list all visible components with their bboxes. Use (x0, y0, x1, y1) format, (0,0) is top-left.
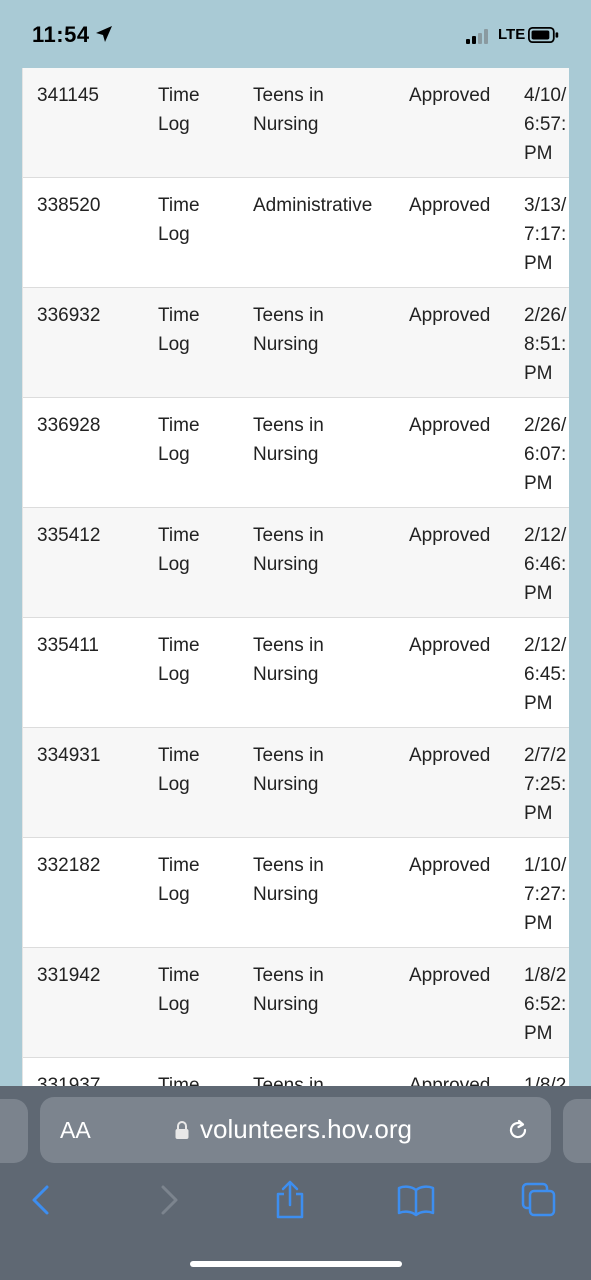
status-bar: 11:54 LTE (0, 0, 591, 70)
record-type-cell: Time Log (158, 635, 200, 685)
bookmarks-icon (397, 1185, 435, 1217)
volunteer-id-cell: 335411 (37, 635, 99, 656)
date-cell: 2/26/ 8:51: PM (524, 305, 567, 384)
record-type-cell: Time Log (158, 525, 200, 575)
status-cell: Approved (409, 195, 491, 216)
share-button[interactable] (266, 1176, 314, 1224)
volunteer-id-cell: 338520 (37, 195, 101, 216)
record-type-cell: Time Log (158, 85, 200, 135)
record-type-cell: Time Log (158, 745, 200, 795)
text-size-label: AA (60, 1117, 91, 1143)
program-cell: Administrative (253, 195, 373, 216)
program-cell: Teens in Nursing (253, 85, 324, 135)
network-label: LTE (498, 26, 526, 43)
home-indicator (190, 1261, 402, 1267)
status-cell: Approved (409, 525, 491, 546)
table-row[interactable]: 335412 Time Log Teens in Nursing Approved 2/… (23, 508, 569, 618)
table-row[interactable]: 341145 Time Log Teens in Nursing Approved 4/… (23, 68, 569, 178)
program-cell: Teens in Nursing (253, 635, 324, 685)
table-row[interactable]: 331942 Time Log Teens in Nursing Approved 1/… (23, 948, 569, 1058)
reload-icon[interactable] (505, 1117, 531, 1143)
previous-tab-preview[interactable] (0, 1099, 28, 1163)
program-cell: Teens in Nursing (253, 855, 324, 905)
time-log-table: 341145 Time Log Teens in Nursing Approved 4/… (22, 68, 569, 1088)
program-cell: Teens in Nursing (253, 965, 324, 1015)
table-row[interactable]: 336932 Time Log Teens in Nursing Approved 2/… (23, 288, 569, 398)
date-cell: 1/8/2 6:52: PM (524, 965, 567, 1044)
program-cell: Teens in Nursing (253, 525, 324, 575)
url-text: volunteers.hov.org (200, 1114, 412, 1144)
status-cell: Approved (409, 85, 491, 106)
back-icon (32, 1185, 49, 1215)
date-cell: 4/10/ 6:57: PM (524, 85, 567, 164)
forward-button[interactable] (145, 1176, 193, 1224)
volunteer-id-cell: 341145 (37, 85, 99, 106)
table-row[interactable]: 334931 Time Log Teens in Nursing Approved 2/… (23, 728, 569, 838)
date-cell: 2/12/ 6:45: PM (524, 635, 567, 714)
volunteer-id-cell: 331942 (37, 965, 101, 986)
cellular-signal-icon (466, 28, 494, 44)
tabs-icon (521, 1182, 556, 1217)
record-type-cell: Time Log (158, 855, 200, 905)
program-cell: Teens in Nursing (253, 745, 324, 795)
status-cell: Approved (409, 965, 491, 986)
battery-icon (528, 27, 559, 43)
forward-icon (161, 1185, 178, 1215)
record-type-cell: Time Log (158, 965, 200, 1015)
status-cell: Approved (409, 635, 491, 656)
text-size-button[interactable]: AA (60, 1117, 91, 1145)
address-bar[interactable]: AA volunteers.hov.org (40, 1097, 551, 1163)
status-cell: Approved (409, 745, 491, 766)
date-cell: 2/12/ 6:46: PM (524, 525, 567, 604)
volunteer-id-cell: 336932 (37, 305, 101, 326)
volunteer-id-cell: 332182 (37, 855, 101, 876)
program-cell: Teens in Nursing (253, 305, 324, 355)
date-cell: 1/10/ 7:27: PM (524, 855, 567, 934)
table-row[interactable]: 338520 Time Log Administrative Approved 3/13… (23, 178, 569, 288)
tabs-button[interactable] (515, 1176, 563, 1224)
date-cell: 3/13/ 7:17: PM (524, 195, 567, 274)
program-cell: Teens in Nursing (253, 415, 324, 465)
record-type-cell: Time Log (158, 415, 200, 465)
volunteer-id-cell: 334931 (37, 745, 101, 766)
date-cell: 2/7/2 7:25: PM (524, 745, 567, 824)
back-button[interactable] (17, 1176, 65, 1224)
date-cell: 2/26/ 6:07: PM (524, 415, 567, 494)
table-row[interactable]: 336928 Time Log Teens in Nursing Approved 2/… (23, 398, 569, 508)
volunteer-id-cell: 336928 (37, 415, 101, 436)
share-icon (276, 1180, 304, 1219)
bookmarks-button[interactable] (392, 1176, 440, 1224)
table-row[interactable]: 335411 Time Log Teens in Nursing Approved 2/… (23, 618, 569, 728)
status-cell: Approved (409, 305, 491, 326)
status-cell: Approved (409, 415, 491, 436)
record-type-cell: Time Log (158, 195, 200, 245)
next-tab-preview[interactable] (563, 1099, 591, 1163)
table-row[interactable]: 331937Time LogTeens in NursingApproved1/… (23, 1058, 569, 1088)
status-time: 11:54 (32, 22, 90, 47)
record-type-cell: Time Log (158, 305, 200, 355)
volunteer-id-cell: 335412 (37, 525, 101, 546)
table-row[interactable]: 332182 Time Log Teens in Nursing Approved 1/… (23, 838, 569, 948)
location-arrow-icon (96, 26, 112, 42)
status-cell: Approved (409, 855, 491, 876)
lock-icon (175, 1121, 189, 1139)
